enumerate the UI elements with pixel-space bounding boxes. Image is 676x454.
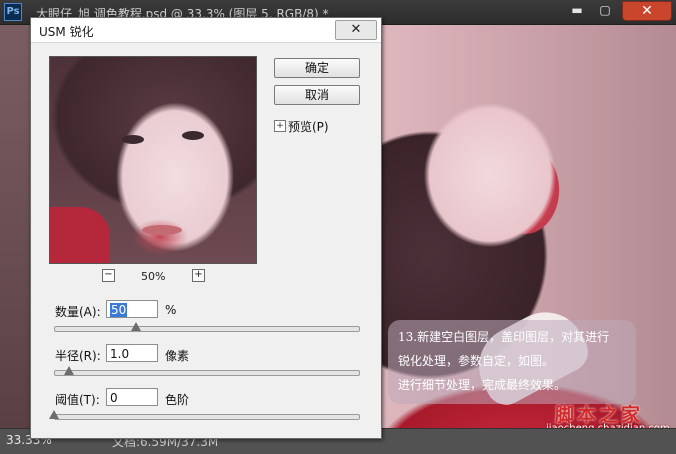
threshold-label: 阈值(T): xyxy=(55,393,100,407)
photoshop-logo-icon: Ps xyxy=(4,3,22,21)
radius-unit: 像素 xyxy=(165,349,190,363)
amount-slider[interactable] xyxy=(54,326,360,332)
radius-slider[interactable] xyxy=(54,370,360,376)
cancel-button[interactable]: 取消 xyxy=(274,85,360,105)
dialog-title: USM 锐化 xyxy=(39,25,94,39)
preview-checkbox[interactable]: + xyxy=(274,120,286,132)
preview-zoom-level: 50% xyxy=(141,270,166,283)
preview-eye xyxy=(182,131,204,140)
threshold-unit: 色阶 xyxy=(165,393,190,407)
usm-sharpen-dialog: USM 锐化 ✕ − 50% + 确定 取消 + 预览(P) 数量(A): 50… xyxy=(30,17,382,439)
ok-button[interactable]: 确定 xyxy=(274,58,360,78)
amount-label: 数量(A): xyxy=(55,305,101,319)
dialog-close-button[interactable]: ✕ xyxy=(335,20,377,40)
amount-slider-thumb[interactable] xyxy=(131,322,142,331)
preview-checkbox-label[interactable]: 预览(P) xyxy=(288,118,329,135)
radius-input[interactable]: 1.0 xyxy=(106,344,158,362)
zoom-out-button[interactable]: − xyxy=(102,269,115,282)
maximize-button[interactable]: ▢ xyxy=(592,1,618,19)
amount-value: 50 xyxy=(110,303,128,317)
radius-label: 半径(R): xyxy=(55,349,101,363)
preview-eye xyxy=(122,135,144,144)
minimize-button[interactable]: ▬ xyxy=(564,1,590,19)
amount-unit: % xyxy=(165,303,177,317)
preview-mouth xyxy=(142,225,182,235)
zoom-in-button[interactable]: + xyxy=(192,269,205,282)
tutorial-note-line: 锐化处理，参数自定，如图。 xyxy=(398,354,555,368)
threshold-slider[interactable] xyxy=(54,414,360,420)
dialog-titlebar[interactable]: USM 锐化 ✕ xyxy=(31,18,381,43)
filter-preview-image[interactable] xyxy=(49,56,257,264)
threshold-slider-thumb[interactable] xyxy=(49,410,59,419)
tutorial-note-line: 13.新建空白图层，盖印图层，对其进行 xyxy=(398,330,610,344)
radius-slider-thumb[interactable] xyxy=(64,366,75,375)
tutorial-note-line: 进行细节处理，完成最终效果。 xyxy=(398,378,567,392)
threshold-input[interactable]: 0 xyxy=(106,388,158,406)
preview-sleeve xyxy=(50,207,110,263)
close-window-button[interactable]: ✕ xyxy=(622,1,672,21)
amount-input[interactable]: 50 xyxy=(106,300,158,318)
